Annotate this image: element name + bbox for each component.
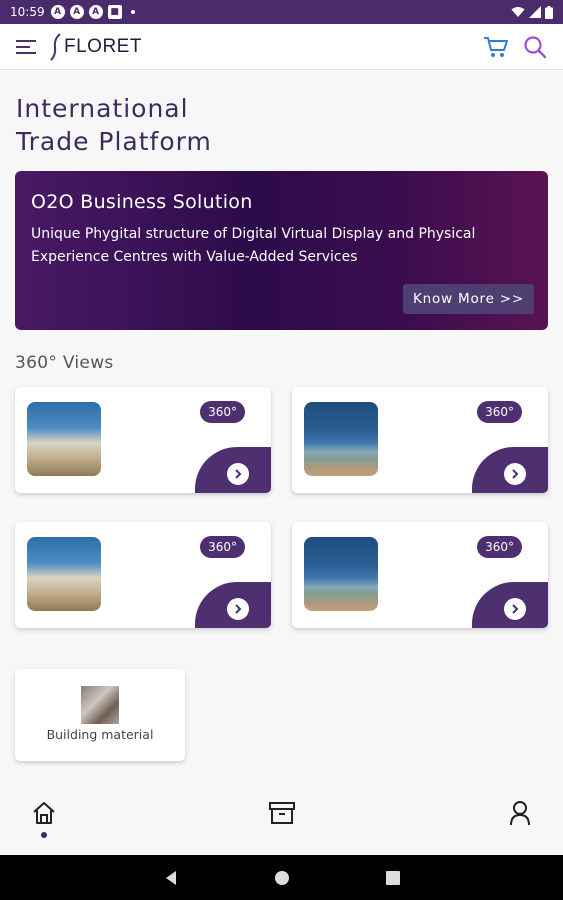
chevron-right-icon [512, 604, 519, 614]
badge-360: 360° [200, 401, 245, 423]
open-view-button[interactable] [504, 598, 526, 620]
headline-line-2: Trade Platform [16, 127, 212, 156]
notification-icon: A [50, 5, 65, 19]
category-card-building-material[interactable]: Building material [15, 669, 185, 761]
floret-logo-mark [50, 32, 61, 61]
profile-icon [510, 801, 530, 826]
signal-icon [529, 6, 541, 18]
promo-banner[interactable]: O2O Business Solution Unique Phygital st… [15, 171, 548, 330]
status-bar: 10:59 A A A ■ [0, 0, 563, 24]
hamburger-icon[interactable] [16, 39, 38, 55]
banner-description: Unique Phygital structure of Digital Vir… [31, 226, 476, 265]
banner-title: O2O Business Solution [31, 191, 253, 213]
notification-icon: A [88, 5, 103, 19]
app-bar: FLORET [0, 24, 563, 70]
status-time: 10:59 [10, 5, 45, 19]
archive-icon [269, 802, 295, 824]
view-thumbnail[interactable] [304, 537, 378, 611]
home-circle-icon[interactable] [274, 870, 290, 886]
category-image [81, 686, 119, 724]
home-icon [33, 802, 55, 824]
view-card[interactable]: 360° [15, 387, 271, 493]
view-thumbnail[interactable] [27, 402, 101, 476]
know-more-button[interactable]: Know More >> [403, 284, 534, 314]
chevron-right-icon [235, 469, 242, 479]
view-card[interactable]: 360° [292, 522, 548, 628]
view-thumbnail[interactable] [27, 537, 101, 611]
open-view-button[interactable] [227, 463, 249, 485]
search-icon[interactable] [523, 35, 547, 59]
page-headline: International Trade Platform [16, 92, 212, 158]
section-title-360-views: 360° Views [15, 353, 114, 373]
cart-icon[interactable] [483, 35, 509, 59]
recents-icon[interactable] [385, 870, 400, 885]
view-card[interactable]: 360° [292, 387, 548, 493]
nav-profile[interactable] [509, 800, 531, 830]
notification-icon: ■ [107, 5, 122, 19]
view-card[interactable]: 360° [15, 522, 271, 628]
back-icon[interactable] [164, 870, 178, 886]
open-view-button[interactable] [227, 598, 249, 620]
battery-icon [545, 5, 553, 19]
logo-text: FLORET [64, 35, 142, 57]
wifi-icon [511, 7, 525, 17]
badge-360: 360° [477, 401, 522, 423]
chevron-right-icon [512, 469, 519, 479]
category-label: Building material [46, 727, 154, 742]
nav-orders[interactable] [268, 800, 296, 830]
badge-360: 360° [477, 536, 522, 558]
more-notifications-icon [130, 10, 135, 14]
chevron-right-icon [235, 604, 242, 614]
active-indicator [41, 832, 47, 838]
headline-line-1: International [16, 94, 189, 123]
open-view-button[interactable] [504, 463, 526, 485]
system-navigation-bar [0, 855, 563, 900]
bottom-navigation [0, 782, 563, 855]
nav-home[interactable] [31, 800, 57, 838]
notification-icon: A [69, 5, 84, 19]
view-thumbnail[interactable] [304, 402, 378, 476]
floret-logo[interactable]: FLORET [50, 32, 142, 61]
badge-360: 360° [200, 536, 245, 558]
